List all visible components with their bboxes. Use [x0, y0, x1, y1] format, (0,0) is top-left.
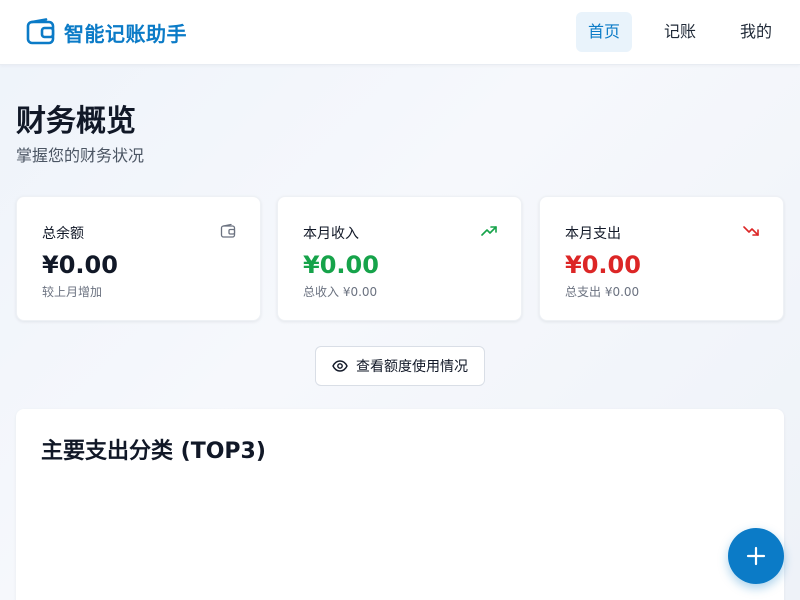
brand[interactable]: 智能记账助手 [26, 16, 187, 48]
expense-sub: 总支出 ¥0.00 [565, 285, 640, 299]
nav-item-bookkeeping[interactable]: 记账 [652, 12, 708, 52]
wallet-icon [26, 17, 56, 47]
balance-value: ¥0.00 [42, 251, 118, 279]
add-record-button[interactable] [728, 528, 784, 584]
nav-item-mine[interactable]: 我的 [728, 12, 784, 52]
top-expense-categories-panel: 主要支出分类 (TOP3) [16, 409, 784, 600]
plus-icon [745, 545, 767, 567]
panel-title: 主要支出分类 (TOP3) [41, 439, 266, 464]
expense-value: ¥0.00 [565, 251, 641, 279]
income-value: ¥0.00 [303, 251, 379, 279]
wallet-icon [220, 223, 236, 239]
top-navbar: 智能记账助手 首页 记账 我的 [0, 0, 800, 65]
balance-label: 总余额 [42, 226, 84, 242]
expense-label: 本月支出 [565, 226, 621, 242]
page-title: 财务概览 [16, 104, 136, 139]
view-quota-label: 查看额度使用情况 [356, 359, 468, 375]
eye-icon [332, 358, 356, 374]
trending-down-icon [743, 223, 759, 239]
page-subtitle: 掌握您的财务状况 [16, 146, 145, 165]
main-nav: 首页 记账 我的 [556, 12, 784, 52]
app-name: 智能记账助手 [64, 21, 187, 46]
expense-card: 本月支出 ¥0.00 总支出 ¥0.00 [539, 196, 784, 321]
income-card: 本月收入 ¥0.00 总收入 ¥0.00 [277, 196, 522, 321]
balance-sub: 较上月增加 [42, 285, 103, 299]
income-label: 本月收入 [303, 226, 359, 242]
view-quota-button[interactable]: 查看额度使用情况 [315, 346, 485, 386]
balance-card: 总余额 ¥0.00 较上月增加 [16, 196, 261, 321]
nav-item-home[interactable]: 首页 [575, 12, 632, 52]
income-sub: 总收入 ¥0.00 [303, 285, 378, 299]
trending-up-icon [481, 223, 497, 239]
